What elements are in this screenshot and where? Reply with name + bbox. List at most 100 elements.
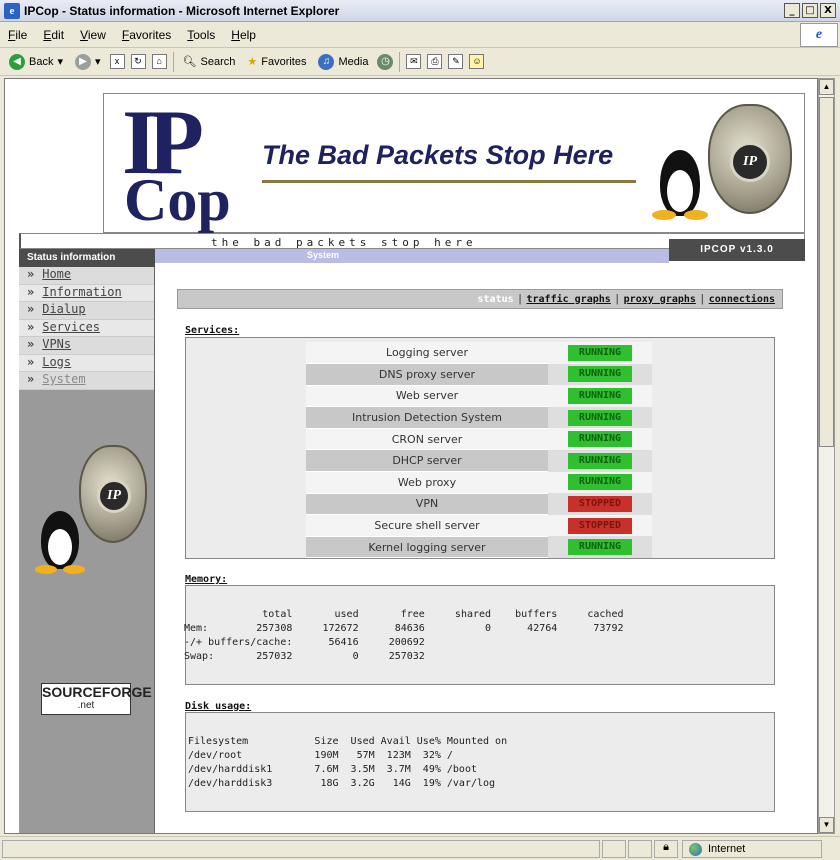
maximize-button[interactable]: □ — [802, 3, 818, 18]
edit-icon[interactable]: ✎ — [448, 54, 464, 69]
history-icon[interactable]: ◷ — [377, 53, 394, 70]
sidebar-item-label: Home — [42, 267, 72, 281]
back-label: Back — [29, 55, 54, 68]
toolbar-separator — [172, 51, 174, 72]
double-chevron-icon: » — [27, 319, 35, 334]
double-chevron-icon: » — [27, 302, 35, 316]
memory-panel: total used free shared buffers cached Me… — [184, 585, 775, 685]
status-badge: RUNNING — [568, 366, 632, 383]
favorites-button[interactable]: ★ Favorites — [244, 55, 309, 69]
sidebar-item-information[interactable]: » Information — [19, 284, 154, 302]
windows-logo-icon: e — [800, 23, 838, 47]
status-badge: STOPPED — [568, 517, 632, 534]
memory-heading: Memory: — [185, 574, 228, 585]
logo-cop-text: Cop — [124, 167, 231, 233]
print-icon[interactable]: ⎙ — [427, 54, 443, 69]
refresh-icon[interactable]: ↻ — [130, 54, 146, 69]
sidebar-nav: » Home » Information » Dialup » Services » VPNs » L… — [19, 267, 154, 390]
sidebar-item-logs[interactable]: » Logs — [19, 354, 154, 372]
back-button[interactable]: ◀ Back ▾ — [6, 53, 66, 70]
sidebar-item-system[interactable]: » System — [19, 372, 154, 390]
home-icon[interactable]: ⌂ — [151, 54, 167, 69]
toolbar: ◀ Back ▾ ▶ ▾ x ↻ ⌂ 🔍︎ Search ★ Favorites… — [0, 48, 840, 76]
tab-traffic-graphs[interactable]: traffic graphs — [524, 294, 614, 305]
services-panel: Logging server RUNNING DNS proxy server RUN… — [185, 337, 775, 559]
disk-panel: Filesystem Size Used Avail Use% Mounted … — [185, 712, 775, 812]
services-heading: Services: — [185, 325, 240, 336]
globe-icon — [689, 842, 702, 856]
vertical-scrollbar[interactable]: ▲ ▼ — [818, 78, 835, 834]
sidebar-item-dialup[interactable]: » Dialup — [19, 302, 154, 320]
tab-status[interactable]: status — [475, 294, 517, 305]
search-button[interactable]: 🔍︎ Search — [180, 55, 239, 69]
ipcop-banner: IP Cop The Bad Packets Stop Here IP — [103, 93, 805, 233]
status-badge: RUNNING — [568, 539, 632, 556]
sourceforge-tld: .net — [77, 700, 95, 711]
memory-output: total used free shared buffers cached Me… — [184, 609, 624, 662]
menu-tools[interactable]: Tools — [179, 28, 223, 42]
sidebar-item-label: Services — [42, 319, 101, 334]
double-chevron-icon: » — [27, 372, 35, 386]
back-arrow-icon: ◀ — [9, 53, 25, 70]
sourceforge-logo[interactable]: SOURCEFORGE .net — [41, 683, 152, 715]
status-badge: RUNNING — [568, 387, 632, 404]
menu-favorites[interactable]: Favorites — [114, 28, 179, 42]
sidebar-item-services[interactable]: » Services — [19, 319, 154, 337]
service-status-cell: RUNNING — [548, 385, 652, 407]
minimize-button[interactable]: _ — [784, 3, 800, 18]
tux-penguin-icon — [33, 511, 87, 575]
sidebar-item-label: System — [42, 372, 86, 386]
service-name: DNS proxy server — [306, 363, 548, 386]
sidebar-item-home[interactable]: » Home — [19, 267, 154, 285]
forward-button[interactable]: ▶ ▾ — [72, 53, 104, 70]
media-label: Media — [338, 55, 369, 68]
tab-proxy-graphs[interactable]: proxy graphs — [621, 294, 699, 305]
table-row: Secure shell server STOPPED — [306, 514, 652, 537]
table-row: Web proxy RUNNING — [306, 471, 652, 494]
star-icon: ★ — [247, 56, 258, 68]
toolbar-separator — [399, 51, 401, 72]
search-icon: 🔍︎ — [182, 56, 197, 68]
service-status-cell: RUNNING — [548, 406, 652, 429]
menu-help[interactable]: Help — [223, 28, 264, 42]
sidebar: » Home » Information » Dialup » Services » VPNs » L… — [19, 267, 155, 833]
sidebar-item-vpns[interactable]: » VPNs — [19, 337, 154, 355]
menu-view[interactable]: View — [72, 28, 114, 42]
status-badge: RUNNING — [568, 474, 632, 491]
lock-icon: 🔒︎ — [654, 839, 678, 858]
disk-heading: Disk usage: — [185, 701, 252, 712]
chevron-down-icon: ▾ — [57, 56, 63, 68]
double-chevron-icon: » — [27, 284, 35, 299]
subsection-strip: System — [155, 249, 669, 263]
tux-penguin-icon — [650, 150, 710, 222]
tab-connections[interactable]: connections — [706, 294, 778, 305]
media-button[interactable]: ♫ Media — [315, 53, 371, 70]
police-badge-icon: IP — [79, 445, 147, 543]
table-row: Web server RUNNING — [306, 385, 652, 408]
service-name: Web proxy — [306, 471, 548, 494]
messenger-icon[interactable]: ☺ — [469, 54, 485, 69]
mail-icon[interactable]: ✉ — [406, 54, 422, 69]
menu-file[interactable]: File — [0, 28, 35, 42]
tagline-rule — [262, 180, 636, 183]
service-status-cell: STOPPED — [548, 514, 652, 537]
service-status-cell: RUNNING — [548, 363, 652, 386]
service-name: CRON server — [306, 428, 548, 451]
scroll-up-icon[interactable]: ▲ — [819, 79, 834, 95]
menu-edit[interactable]: Edit — [35, 28, 72, 42]
subsection-title: System — [307, 250, 340, 260]
table-row: Logging server RUNNING — [306, 342, 652, 365]
service-status-cell: RUNNING — [548, 449, 652, 472]
close-button[interactable]: X — [820, 3, 836, 18]
scroll-down-icon[interactable]: ▼ — [819, 817, 834, 833]
sidebar-item-label: Dialup — [42, 302, 86, 316]
service-name: VPN — [306, 493, 548, 516]
scrollbar-thumb[interactable] — [819, 97, 834, 447]
service-status-cell: RUNNING — [548, 536, 652, 558]
menu-bar: File Edit View Favorites Tools Help — [0, 22, 840, 48]
status-badge: RUNNING — [568, 452, 632, 469]
table-row: DHCP server RUNNING — [306, 449, 652, 473]
stop-icon[interactable]: x — [109, 54, 125, 69]
service-name: Intrusion Detection System — [306, 406, 548, 429]
status-bar: 🔒︎ Internet — [0, 836, 840, 860]
